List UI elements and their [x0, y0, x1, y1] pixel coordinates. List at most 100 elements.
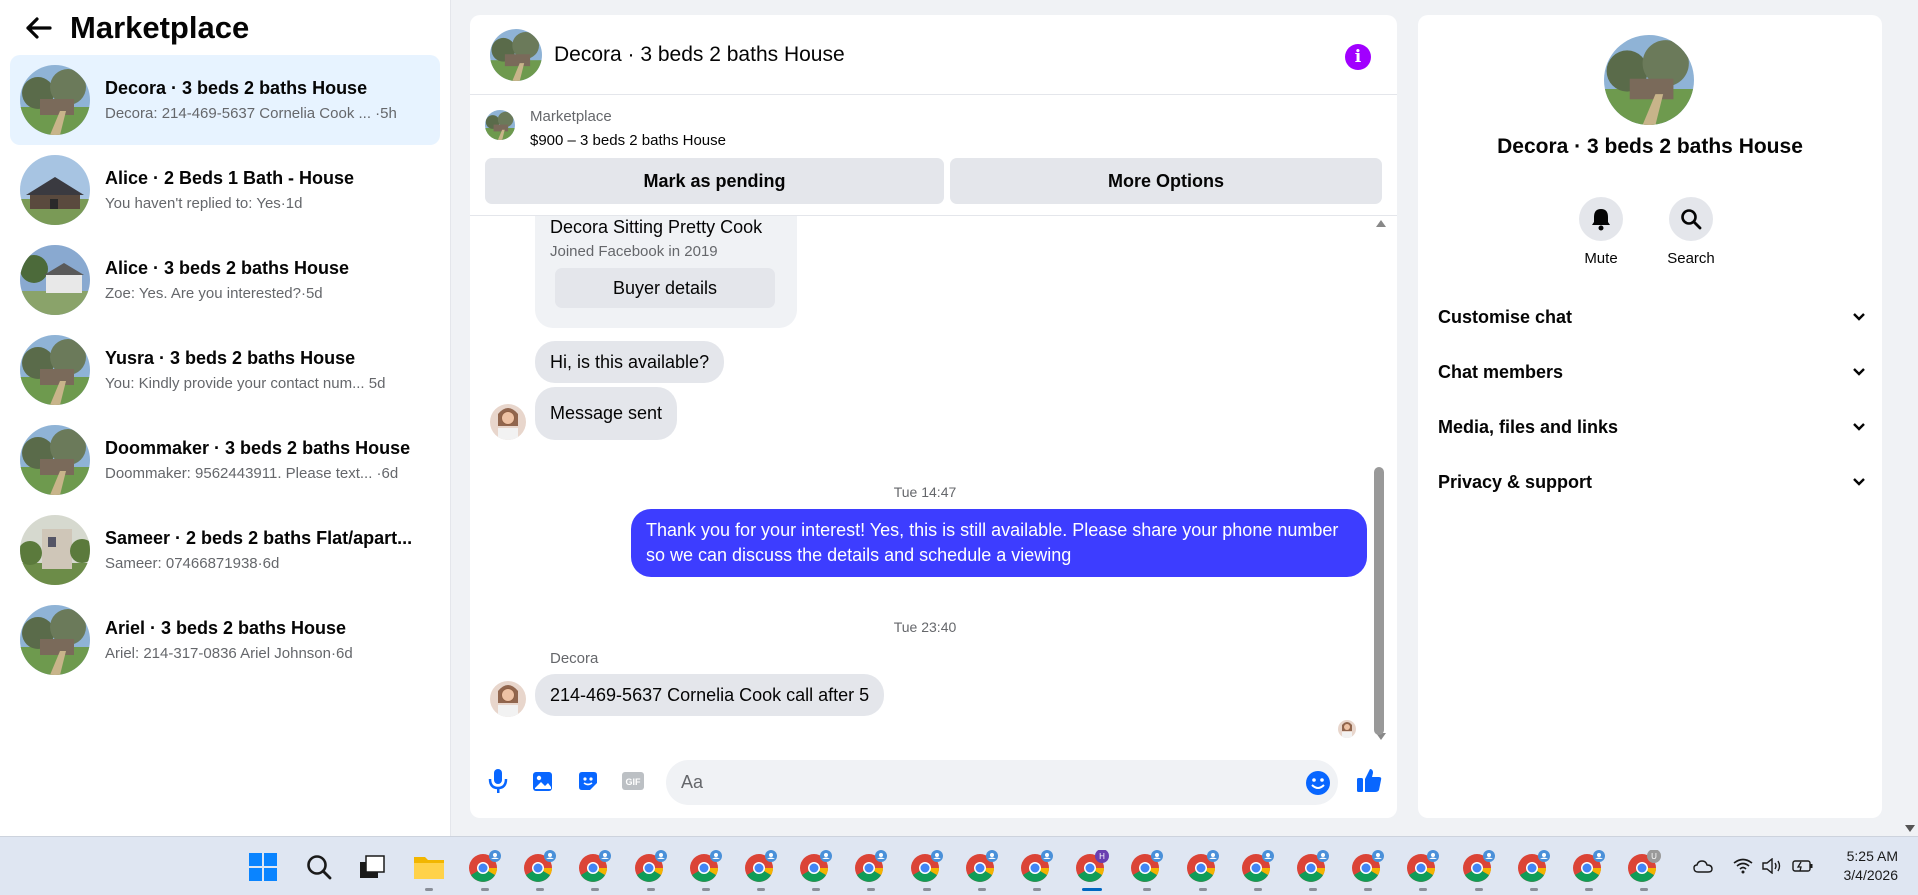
- section-customise-chat[interactable]: Customise chat: [1438, 297, 1866, 337]
- chrome-icon[interactable]: [1348, 847, 1388, 891]
- chrome-icon[interactable]: [1293, 847, 1333, 891]
- running-indicator: [425, 888, 433, 891]
- conversation-title: Yusra · 3 beds 2 baths House: [105, 348, 356, 368]
- thumbs-up-icon[interactable]: [1354, 765, 1384, 795]
- chrome-icon[interactable]: [1238, 847, 1278, 891]
- conversation-snippet: Decora: 214-469-5637 Cornelia Cook ... ·…: [105, 105, 397, 122]
- chrome-icon[interactable]: [1127, 847, 1167, 891]
- more-options-button[interactable]: More Options: [950, 158, 1382, 204]
- battery-icon[interactable]: [1792, 855, 1814, 877]
- emoji-icon[interactable]: [1303, 768, 1333, 798]
- conversation-title: Doommaker · 3 beds 2 baths House: [105, 438, 411, 458]
- windows-start-icon[interactable]: [243, 847, 283, 887]
- system-clock[interactable]: 5:25 AM 3/4/2026: [1844, 847, 1899, 885]
- file-explorer-icon[interactable]: [409, 847, 449, 891]
- chrome-icon[interactable]: [631, 847, 671, 891]
- listing-thumbnail: [485, 110, 515, 140]
- mute-button[interactable]: Mute: [1561, 197, 1641, 267]
- conversation-title: Alice · 3 beds 2 baths House: [105, 258, 350, 278]
- running-indicator: [1364, 888, 1373, 891]
- running-indicator: [1143, 888, 1152, 891]
- conversation-item[interactable]: Decora · 3 beds 2 baths House Decora: 214…: [10, 55, 440, 145]
- sticker-icon[interactable]: [573, 766, 603, 796]
- buyer-joined: Joined Facebook in 2019: [550, 243, 718, 260]
- chrome-icon[interactable]: [1569, 847, 1609, 891]
- chrome-icon[interactable]: [962, 847, 1002, 891]
- volume-icon[interactable]: [1761, 855, 1783, 877]
- onedrive-icon[interactable]: [1692, 855, 1714, 877]
- chat-info-panel: Decora · 3 beds 2 baths House Mute Searc…: [1418, 15, 1882, 818]
- running-indicator: [1640, 888, 1649, 891]
- chrome-icon[interactable]: [575, 847, 615, 891]
- message-composer: GIF: [470, 755, 1397, 818]
- gif-icon[interactable]: GIF: [618, 766, 648, 796]
- running-indicator: [922, 888, 931, 891]
- chat-title[interactable]: Decora · 3 beds 2 baths House: [554, 43, 845, 67]
- conversation-item[interactable]: Ariel · 3 beds 2 baths House Ariel: 214-3…: [10, 595, 440, 685]
- conversation-item[interactable]: Sameer · 2 beds 2 baths Flat/apart... Sam…: [10, 505, 440, 595]
- chrome-icon[interactable]: [907, 847, 947, 891]
- conversation-item[interactable]: Alice · 2 Beds 1 Bath - House You haven't…: [10, 145, 440, 235]
- running-indicator: [1309, 888, 1317, 891]
- mute-label: Mute: [1584, 250, 1618, 267]
- conversation-title: Alice · 2 Beds 1 Bath - House: [105, 168, 355, 188]
- mark-as-pending-button[interactable]: Mark as pending: [485, 158, 944, 204]
- chrome-icon[interactable]: [796, 847, 836, 891]
- profile-title: Decora · 3 beds 2 baths House: [1497, 135, 1803, 158]
- back-arrow-icon[interactable]: [24, 13, 54, 43]
- chrome-icon[interactable]: [465, 847, 505, 891]
- section-media-files-links[interactable]: Media, files and links: [1438, 407, 1866, 447]
- chrome-icon[interactable]: [1403, 847, 1443, 891]
- contact-avatar: [490, 681, 526, 717]
- running-indicator: [646, 888, 655, 891]
- chat-avatar[interactable]: [490, 28, 542, 81]
- chrome-icon[interactable]: U: [1624, 847, 1664, 891]
- message-input[interactable]: [666, 760, 1338, 805]
- conversation-title: Decora · 3 beds 2 baths House: [105, 78, 368, 98]
- buyer-name: Decora Sitting Pretty Cook: [550, 217, 763, 237]
- chrome-active-icon[interactable]: H: [1072, 847, 1112, 891]
- my-message-bubble: Thank you for your interest! Yes, this i…: [631, 509, 1367, 577]
- conversation-snippet: Ariel: 214-317-0836 Ariel Johnson·6d: [105, 645, 353, 662]
- running-indicator: [867, 888, 876, 891]
- search-icon[interactable]: [299, 847, 339, 887]
- conversation-item[interactable]: Doommaker · 3 beds 2 baths House Doommake…: [10, 415, 440, 505]
- search-button[interactable]: Search: [1651, 197, 1731, 267]
- message-list: Decora Sitting Pretty Cook Joined Facebo…: [470, 215, 1397, 745]
- info-icon[interactable]: i: [1345, 44, 1371, 70]
- scrollbar-thumb[interactable]: [1374, 467, 1384, 735]
- running-indicator: [1529, 888, 1538, 891]
- bell-icon: [1579, 197, 1623, 241]
- chrome-icon[interactable]: [1459, 847, 1499, 891]
- chrome-icon[interactable]: [1017, 847, 1057, 891]
- running-indicator: [977, 888, 986, 891]
- chrome-icon[interactable]: [520, 847, 560, 891]
- sidebar-header: Marketplace: [0, 0, 450, 56]
- section-chat-members[interactable]: Chat members: [1438, 352, 1866, 392]
- listing-thumbnail: [20, 515, 90, 585]
- running-indicator: [1082, 888, 1103, 891]
- running-indicator: [812, 888, 821, 891]
- chrome-icon[interactable]: [1183, 847, 1223, 891]
- listing-thumbnail: [20, 335, 90, 405]
- listing-thumbnail: [20, 425, 90, 495]
- conversation-item[interactable]: Yusra · 3 beds 2 baths House You: Kindly …: [10, 325, 440, 415]
- task-view-icon[interactable]: [352, 847, 392, 887]
- conversation-item[interactable]: Alice · 3 beds 2 baths House Zoe: Yes. Ar…: [10, 235, 440, 325]
- photo-icon[interactable]: [528, 766, 558, 796]
- listing-thumbnail: [20, 245, 90, 315]
- buyer-details-button[interactable]: Buyer details: [555, 268, 775, 308]
- section-label: Media, files and links: [1438, 416, 1619, 437]
- wifi-icon[interactable]: [1732, 855, 1754, 877]
- message-bubble: Hi, is this available?: [535, 341, 725, 383]
- section-privacy-support[interactable]: Privacy & support: [1438, 462, 1866, 502]
- chrome-icon[interactable]: [851, 847, 891, 891]
- chrome-icon[interactable]: [686, 847, 726, 891]
- chat-panel: Decora · 3 beds 2 baths House i Marketpl…: [470, 15, 1397, 818]
- running-indicator: [481, 888, 489, 891]
- listing-banner[interactable]: Marketplace $900 – 3 beds 2 baths House: [470, 95, 1397, 155]
- page-scroll-down-icon[interactable]: [1904, 824, 1916, 834]
- chrome-icon[interactable]: [741, 847, 781, 891]
- chrome-icon[interactable]: [1514, 847, 1554, 891]
- microphone-icon[interactable]: [483, 766, 513, 796]
